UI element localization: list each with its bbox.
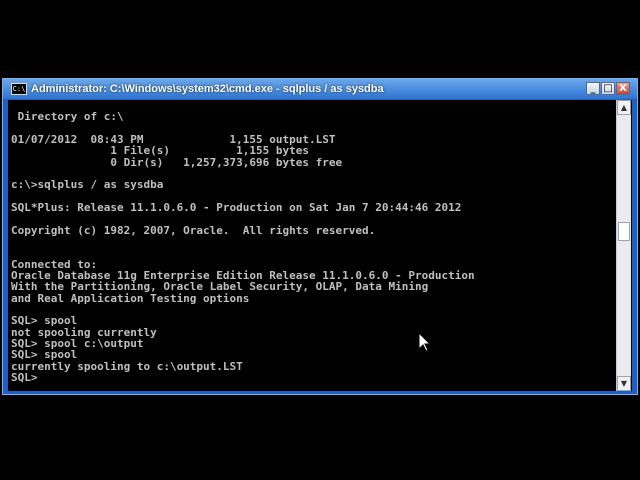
console-line: With the Partitioning, Oracle Label Secu… — [11, 280, 429, 294]
maximize-button[interactable]: □ — [601, 82, 615, 95]
console-line: and Real Application Testing options — [11, 291, 250, 305]
console-line: SQL> spool — [11, 314, 78, 328]
scroll-down-button[interactable]: ▼ — [617, 376, 631, 391]
console-line: SQL> spool c:\output — [11, 336, 144, 350]
console-line: c:\>sqlplus / as sysdba — [11, 178, 164, 192]
title-bar[interactable]: C:\ Administrator: C:\Windows\system32\c… — [3, 79, 637, 99]
console-area[interactable]: Directory of c:\ 01/07/2012 08:43 PM 1,15… — [8, 100, 632, 391]
console-line: 1 File(s) 1,155 bytes — [11, 144, 310, 158]
console-line: currently spooling to c:\output.LST — [11, 359, 243, 373]
console-line: Copyright (c) 1982, 2007, Oracle. All ri… — [11, 223, 376, 237]
window-title: Administrator: C:\Windows\system32\cmd.e… — [31, 83, 384, 95]
console-line: SQL> — [11, 370, 45, 384]
vertical-scrollbar[interactable]: ▲ ▼ — [616, 100, 631, 391]
console-line: 0 Dir(s) 1,257,373,696 bytes free — [11, 155, 343, 169]
console-line: Directory of c:\ — [11, 110, 124, 124]
console-output[interactable]: Directory of c:\ 01/07/2012 08:43 PM 1,15… — [11, 100, 615, 391]
console-line: SQL> spool — [11, 348, 78, 362]
scroll-thumb[interactable] — [618, 222, 630, 241]
console-line: SQL*Plus: Release 11.1.0.6.0 - Productio… — [11, 200, 462, 214]
cmd-window: C:\ Administrator: C:\Windows\system32\c… — [2, 78, 638, 395]
minimize-button[interactable]: _ — [586, 82, 600, 95]
mouse-pointer-icon — [419, 333, 431, 352]
close-button[interactable]: X — [616, 82, 630, 95]
cmd-window-icon[interactable]: C:\ — [11, 83, 27, 95]
scroll-up-button[interactable]: ▲ — [617, 100, 631, 115]
